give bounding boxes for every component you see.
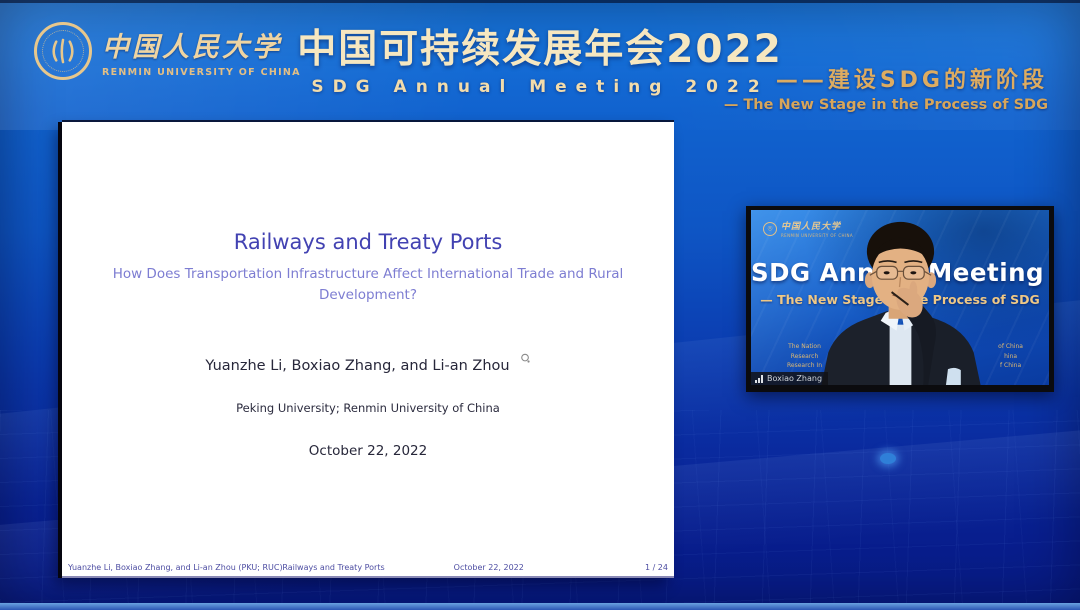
university-name-cn: 中国人民大学 (102, 25, 301, 64)
seal-figures-icon (46, 34, 80, 68)
speaker-person (751, 210, 1049, 385)
slide-footline: Yuanzhe Li, Boxiao Zhang, and Li-an Zhou… (62, 563, 674, 575)
event-title-en: SDG Annual Meeting 2022 (297, 77, 783, 97)
event-tagline-block: ——建设SDG的新阶段 — The New Stage in the Proce… (724, 62, 1048, 113)
slide-subtitle: How Does Transportation Infrastructure A… (101, 264, 636, 306)
footline-page-number: 1 / 24 (645, 563, 668, 572)
university-seal-icon (34, 22, 92, 80)
speaker-video-tile[interactable]: ⌾ 中国人民大学 RENMIN UNIVERSITY OF CHINA SDG … (746, 206, 1054, 392)
slide-affiliation: Peking University; Renmin University of … (62, 401, 674, 415)
participant-name-tag: Boxiao Zhang (751, 372, 828, 385)
bottom-edge-strip (0, 603, 1080, 610)
slide-authors: Yuanzhe Li, Boxiao Zhang, and Li-an Zhou (62, 352, 674, 374)
slide-authors-text: Yuanzhe Li, Boxiao Zhang, and Li-an Zhou (205, 358, 509, 374)
speaker-video-feed: ⌾ 中国人民大学 RENMIN UNIVERSITY OF CHINA SDG … (751, 210, 1049, 385)
participant-name: Boxiao Zhang (767, 374, 822, 383)
presentation-slide: Railways and Treaty Ports How Does Trans… (62, 122, 674, 578)
footline-authors: Yuanzhe Li, Boxiao Zhang, and Li-an Zhou… (68, 563, 283, 572)
event-tagline-cn: ——建设SDG的新阶段 (724, 62, 1048, 94)
footline-date: October 22, 2022 (454, 563, 524, 572)
background-glow-dot (880, 453, 896, 464)
slide-footline-rule (62, 576, 674, 578)
event-title-block: 中国可持续发展年会2022 SDG Annual Meeting 2022 (297, 18, 783, 97)
slide-date: October 22, 2022 (62, 443, 674, 459)
event-title-cn: 中国可持续发展年会2022 (297, 18, 783, 74)
magnifier-cursor-icon (520, 352, 531, 368)
university-logo: 中国人民大学 RENMIN UNIVERSITY OF CHINA (34, 22, 301, 80)
university-name-en: RENMIN UNIVERSITY OF CHINA (102, 67, 301, 78)
footline-title: Railways and Treaty Ports (282, 563, 384, 572)
slide-title: Railways and Treaty Ports (62, 230, 674, 254)
meeting-screen: 中国人民大学 RENMIN UNIVERSITY OF CHINA 中国可持续发… (0, 0, 1080, 610)
signal-strength-icon (755, 375, 764, 383)
event-tagline-en: — The New Stage in the Process of SDG (724, 97, 1048, 113)
